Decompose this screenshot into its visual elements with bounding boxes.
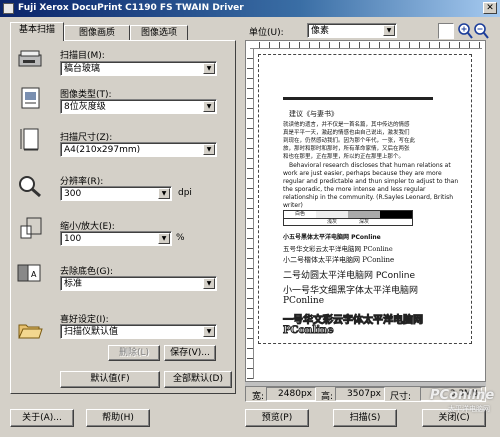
delete-button[interactable]: 删除(L) xyxy=(108,345,160,361)
chevron-down-icon[interactable]: ▼ xyxy=(203,144,215,155)
close-icon[interactable]: ✕ xyxy=(483,2,497,14)
size-label: 尺寸: xyxy=(390,392,412,402)
resolution-icon xyxy=(19,176,41,198)
scanner-icon xyxy=(18,50,42,67)
table-cell-white: 白色 xyxy=(284,211,317,218)
default-button[interactable]: 默认值(F) xyxy=(60,371,160,388)
doc-line: relationship in the community. (R.Sayles… xyxy=(283,194,453,201)
resolution-unit: dpi xyxy=(178,188,192,198)
resolution-value: 300 xyxy=(64,189,82,199)
title-bar: Fuji Xerox DocuPrint C1190 FS TWAIN Driv… xyxy=(0,0,500,17)
table-cell xyxy=(380,211,412,218)
remove-bg-value: 标准 xyxy=(64,279,83,289)
doc-heading-bar xyxy=(283,97,433,100)
about-button[interactable]: 关于(A)... xyxy=(10,409,74,427)
doc-line: 一号华文彩云字体太平洋电脑网 xyxy=(283,315,424,327)
app-icon xyxy=(3,3,14,14)
height-value: 3507px xyxy=(347,389,381,399)
help-button[interactable]: 帮助(H) xyxy=(86,409,150,427)
doc-line: regular and predictable and thun simpler… xyxy=(283,178,459,185)
scan-size-value: A4(210x297mm) xyxy=(64,145,141,155)
pconline-watermark: PConline xyxy=(430,388,495,403)
table-cell xyxy=(348,211,381,218)
unit-label: 单位(U): xyxy=(249,28,284,38)
height-field: 3507px xyxy=(335,387,385,401)
svg-text:A: A xyxy=(31,270,37,279)
ruler-top xyxy=(250,42,482,49)
scan-target-label: 扫描目(M): xyxy=(60,51,105,61)
doc-line: 和也在那里，正在那里，所以的正在那里上那个。 xyxy=(283,154,405,160)
image-type-value: 8位灰度级 xyxy=(64,102,106,112)
doc-line: PConline xyxy=(283,296,325,306)
remove-background-icon: A xyxy=(17,264,41,282)
tab-image-options[interactable]: 图像选项 xyxy=(130,25,188,40)
gray-table: 白色 浅灰 深灰 xyxy=(283,210,413,226)
scanned-page: 建议《与妻书》 就读他的遗言，并不仅是一首名篇，其中传达的情感 真是平平一天，激… xyxy=(258,54,472,344)
table-cell xyxy=(316,211,349,218)
favorites-value: 扫描仪默认值 xyxy=(64,327,119,337)
scan-target-value: 稿台玻璃 xyxy=(64,64,101,74)
doc-line: 小一号华文细黑字体太平洋电脑网 xyxy=(283,286,419,296)
tab-basic-scan[interactable]: 基本扫描 xyxy=(10,22,64,41)
doc-line: the sporadic, the more intense and less … xyxy=(283,186,426,193)
zoom-in-icon[interactable] xyxy=(458,23,473,39)
height-label: 高: xyxy=(321,392,334,402)
doc-line: Behavioral research discloses that human… xyxy=(289,162,451,169)
window-title: Fuji Xerox DocuPrint C1190 FS TWAIN Driv… xyxy=(18,3,244,13)
chevron-down-icon[interactable]: ▼ xyxy=(203,101,215,112)
doc-line: 旅，那时和那时和那时，所有革命家情，又后在两张 xyxy=(283,146,410,152)
favorites-select[interactable]: 扫描仪默认值 ▼ xyxy=(60,324,217,339)
chevron-down-icon[interactable]: ▼ xyxy=(158,233,170,244)
width-value: 2480px xyxy=(278,389,312,399)
image-type-select[interactable]: 8位灰度级 ▼ xyxy=(60,99,217,114)
zoom-value: 100 xyxy=(64,234,82,244)
doc-line: PConline xyxy=(283,325,335,337)
scan-target-select[interactable]: 稿台玻璃 ▼ xyxy=(60,61,217,76)
doc-line: 建议《与妻书》 xyxy=(289,110,338,118)
table-cell-light: 浅灰 xyxy=(326,219,337,225)
doc-line: 五号华文彩云太平洋电脑网 PConline xyxy=(283,245,393,253)
unit-value: 像素 xyxy=(311,26,330,36)
doc-line: writer) xyxy=(283,202,303,209)
ruler-left xyxy=(247,49,254,379)
width-field: 2480px xyxy=(266,387,316,401)
page-size-icon xyxy=(20,128,39,151)
chevron-down-icon[interactable]: ▼ xyxy=(203,326,215,337)
preview-button[interactable]: 预览(P) xyxy=(245,409,309,427)
tab-image-quality[interactable]: 图像画质 xyxy=(64,25,130,40)
chevron-down-icon[interactable]: ▼ xyxy=(383,25,395,36)
doc-line: 到现在，仍然感动我们。因为那个年代，一张，写在此 xyxy=(283,138,416,144)
chevron-down-icon[interactable]: ▼ xyxy=(158,188,170,199)
remove-bg-select[interactable]: 标准 ▼ xyxy=(60,276,217,291)
doc-line: 就读他的遗言，并不仅是一首名篇，其中传达的情感 xyxy=(283,122,410,128)
folder-icon xyxy=(18,324,43,339)
zoom-out-icon[interactable] xyxy=(474,23,489,39)
reduce-enlarge-icon xyxy=(20,217,42,239)
zoom-select[interactable]: 100 ▼ xyxy=(60,231,172,246)
table-cell-dark: 深灰 xyxy=(358,219,369,225)
pconline-watermark-sub: 太平洋电脑网 xyxy=(448,405,490,413)
chevron-down-icon[interactable]: ▼ xyxy=(203,63,215,74)
unit-select[interactable]: 像素 ▼ xyxy=(307,23,397,38)
resolution-select[interactable]: 300 ▼ xyxy=(60,186,172,201)
chevron-down-icon[interactable]: ▼ xyxy=(203,278,215,289)
width-label: 宽: xyxy=(252,392,265,402)
doc-line: 小二号楷体太平洋电脑网 PConline xyxy=(283,256,395,264)
zoom-unit: % xyxy=(176,233,185,243)
all-default-button[interactable]: 全部默认(D) xyxy=(164,371,232,388)
scan-button[interactable]: 扫描(S) xyxy=(333,409,397,427)
doc-line: work are just easier, perhaps because th… xyxy=(283,170,442,177)
image-type-icon xyxy=(21,87,40,109)
save-button[interactable]: 保存(V)... xyxy=(164,345,216,361)
doc-line: 二号幼圆太平洋电脑网 PConline xyxy=(283,271,416,281)
doc-line: 小五号黑体太平洋电脑网 PConline xyxy=(283,234,381,241)
color-swatch[interactable] xyxy=(438,23,454,39)
doc-line: 真是平平一天，激起的情感也由自己说出，激发我们 xyxy=(283,130,410,136)
scan-size-select[interactable]: A4(210x297mm) ▼ xyxy=(60,142,217,157)
